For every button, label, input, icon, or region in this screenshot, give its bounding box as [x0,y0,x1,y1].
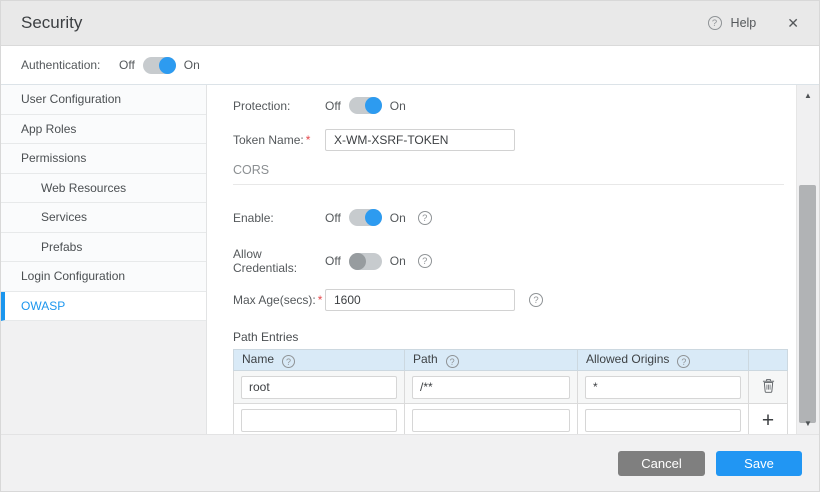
page-title: Security [21,13,82,33]
dialog-header: Security ? Help ✕ [1,1,819,46]
scroll-down-icon[interactable]: ▼ [797,419,819,428]
allow-credentials-row: Allow Credentials: Off On ? [233,247,796,275]
add-row-button[interactable]: + [758,408,778,433]
sidebar-item-user-configuration[interactable]: User Configuration [1,85,206,115]
max-age-help-icon[interactable]: ? [529,293,543,307]
required-asterisk: * [318,293,323,307]
sidebar-item-owasp[interactable]: OWASP [1,292,206,322]
sidebar-item-prefabs[interactable]: Prefabs [1,233,206,263]
authentication-toggle[interactable] [143,57,176,74]
sidebar: User Configuration App Roles Permissions… [1,85,207,434]
dialog-body: User Configuration App Roles Permissions… [1,85,819,434]
path-entry-name-input[interactable] [241,376,397,399]
column-header-label: Allowed Origins [586,352,669,366]
security-dialog: Security ? Help ✕ Authentication: Off On… [0,0,820,492]
vertical-scrollbar[interactable]: ▲ ▼ [797,85,819,434]
max-age-input[interactable] [325,289,515,311]
cors-section-title: CORS [233,163,796,177]
table-row [234,371,788,404]
sidebar-item-app-roles[interactable]: App Roles [1,115,206,145]
max-age-label: Max Age(secs):* [233,293,325,307]
enable-help-icon[interactable]: ? [418,211,432,225]
column-header-name: Name? [234,350,405,371]
help-link[interactable]: Help [731,16,757,30]
cell-allowed-origins [578,371,749,404]
allow-credentials-label: Allow Credentials: [233,247,325,275]
new-entry-name-input[interactable] [241,409,397,432]
plus-icon: + [762,409,774,432]
cell-name [234,404,405,435]
cell-path [405,371,578,404]
column-header-label: Path [413,352,438,366]
close-icon[interactable]: ✕ [787,15,799,32]
token-name-label-text: Token Name: [233,133,304,147]
protection-off-label: Off [325,99,341,113]
sidebar-item-services[interactable]: Services [1,203,206,233]
cell-allowed-origins [578,404,749,435]
table-header-row: Name? Path? Allowed Origins? [234,350,788,371]
token-name-label: Token Name:* [233,133,325,147]
delete-row-button[interactable] [758,376,779,398]
column-header-allowed-origins: Allowed Origins? [578,350,749,371]
allow-credentials-off-label: Off [325,254,341,268]
enable-label: Enable: [233,211,325,225]
protection-on-label: On [390,99,406,113]
sidebar-item-permissions[interactable]: Permissions [1,144,206,174]
trash-icon [762,378,775,393]
authentication-label: Authentication: [21,58,119,72]
toggle-knob [159,57,176,74]
section-divider [233,184,784,185]
column-header-label: Name [242,352,274,366]
path-entry-origins-input[interactable] [585,376,741,399]
enable-on-label: On [390,211,406,225]
cell-path [405,404,578,435]
dialog-footer: Cancel Save [1,434,819,492]
cancel-button[interactable]: Cancel [618,451,705,476]
toggle-knob [365,97,382,114]
path-column-help-icon[interactable]: ? [446,355,459,368]
protection-row: Protection: Off On [233,97,796,114]
enable-off-label: Off [325,211,341,225]
scroll-up-icon[interactable]: ▲ [797,91,819,100]
max-age-row: Max Age(secs):* ? [233,289,796,311]
header-actions: ? Help ✕ [708,15,799,32]
path-entries-title: Path Entries [233,330,796,344]
cors-enable-row: Enable: Off On ? [233,209,796,226]
save-button[interactable]: Save [716,451,802,476]
enable-toggle[interactable] [349,209,382,226]
token-name-input[interactable] [325,129,515,151]
path-entries-table: Name? Path? Allowed Origins? [233,349,788,434]
column-header-path: Path? [405,350,578,371]
authentication-on-label: On [184,58,200,72]
sidebar-item-login-configuration[interactable]: Login Configuration [1,262,206,292]
required-asterisk: * [306,133,311,147]
toggle-knob [349,253,366,270]
scrollbar-thumb[interactable] [799,185,816,423]
token-name-row: Token Name:* [233,129,796,151]
new-entry-path-input[interactable] [412,409,570,432]
help-icon[interactable]: ? [708,16,722,30]
authentication-bar: Authentication: Off On [1,46,819,85]
toggle-knob [365,209,382,226]
name-column-help-icon[interactable]: ? [282,355,295,368]
cell-name [234,371,405,404]
allowed-origins-column-help-icon[interactable]: ? [677,355,690,368]
protection-toggle[interactable] [349,97,382,114]
column-header-actions [749,350,788,371]
allow-credentials-toggle[interactable] [349,253,382,270]
max-age-label-text: Max Age(secs): [233,293,316,307]
allow-credentials-on-label: On [390,254,406,268]
cell-actions [749,371,788,404]
path-entry-path-input[interactable] [412,376,570,399]
new-entry-origins-input[interactable] [585,409,741,432]
cell-actions: + [749,404,788,435]
allow-credentials-help-icon[interactable]: ? [418,254,432,268]
owasp-settings-panel: Protection: Off On Token Name:* CORS Ena… [207,85,797,434]
sidebar-item-web-resources[interactable]: Web Resources [1,174,206,204]
table-row: + [234,404,788,435]
authentication-off-label: Off [119,58,135,72]
protection-label: Protection: [233,99,325,113]
